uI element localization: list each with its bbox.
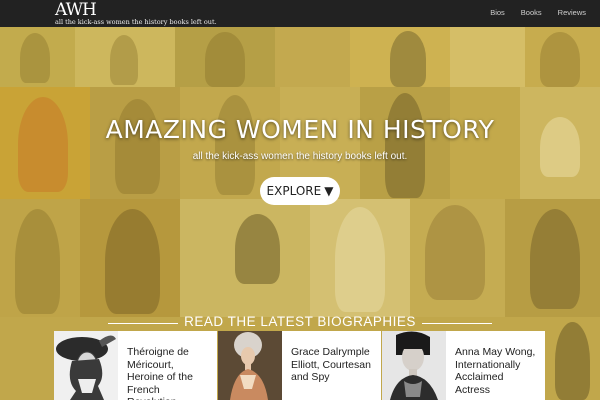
nav-link-books[interactable]: Books (521, 8, 542, 17)
card-image (54, 331, 118, 400)
hero-title: AMAZING WOMEN IN HISTORY (105, 115, 495, 144)
heading-rule-left (108, 323, 178, 324)
biography-cards: Théroigne de Méricourt, Heroine of the F… (0, 331, 600, 400)
card-title: Grace Dalrymple Elliott, Courtesan and S… (291, 346, 371, 383)
card-image (382, 331, 446, 400)
biography-card[interactable]: Grace Dalrymple Elliott, Courtesan and S… (218, 331, 381, 400)
card-image (218, 331, 282, 400)
hero-subtitle: all the kick-ass women the history books… (192, 151, 408, 162)
nav-links: Bios Books Reviews (490, 8, 586, 17)
logo-tagline: all the kick-ass women the history books… (55, 18, 217, 26)
explore-label: EXPLORE (266, 184, 322, 198)
section-heading: READ THE LATEST BIOGRAPHIES (0, 314, 600, 329)
nav-link-reviews[interactable]: Reviews (558, 8, 586, 17)
card-title: Théroigne de Méricourt, Heroine of the F… (127, 346, 193, 400)
card-title: Anna May Wong, Internationally Acclaimed… (455, 346, 536, 396)
biography-card[interactable]: Théroigne de Méricourt, Heroine of the F… (54, 331, 217, 400)
navbar: AWH all the kick-ass women the history b… (0, 0, 600, 27)
biography-card[interactable]: Anna May Wong, Internationally Acclaimed… (382, 331, 545, 400)
nav-link-bios[interactable]: Bios (490, 8, 505, 17)
logo-mark: AWH (55, 0, 97, 20)
site-logo[interactable]: AWH all the kick-ass women the history b… (55, 0, 217, 27)
section-heading-label: READ THE LATEST BIOGRAPHIES (184, 314, 416, 329)
explore-button[interactable]: EXPLORE ▼ (260, 177, 340, 205)
caret-down-icon: ▼ (324, 184, 334, 198)
heading-rule-right (422, 323, 492, 324)
